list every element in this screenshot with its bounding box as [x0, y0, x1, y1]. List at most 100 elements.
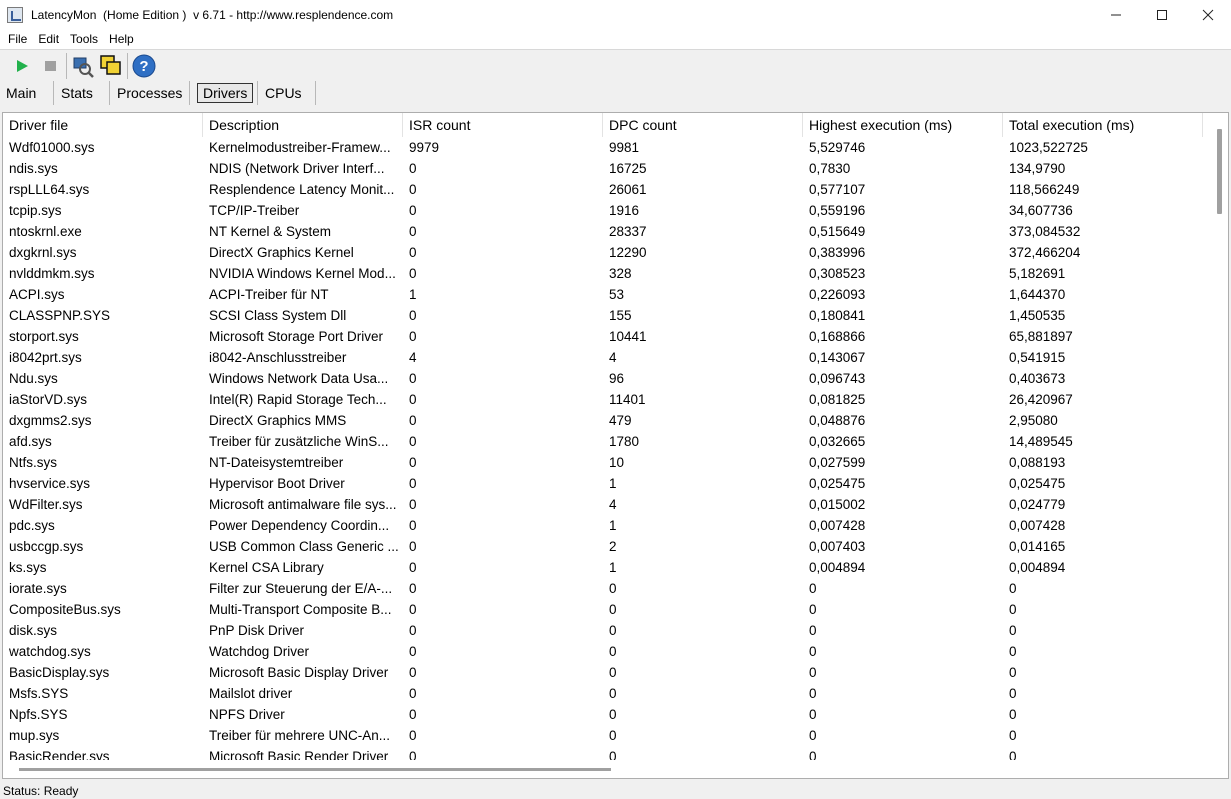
table-row[interactable]: ks.sys Kernel CSA Library 0 1 0,004894 0,0048… — [3, 557, 1213, 578]
table-row[interactable]: Wdf01000.sys Kernelmodustreiber-Framew...… — [3, 137, 1213, 158]
close-button[interactable] — [1185, 0, 1231, 29]
table-cell: 0,515649 — [809, 224, 866, 239]
column-header-driver-file[interactable]: Driver file — [3, 113, 203, 137]
minimize-button[interactable] — [1093, 0, 1139, 29]
table-cell: 0 — [809, 581, 817, 596]
toolbar-separator — [66, 52, 67, 79]
column-header-dpc-count[interactable]: DPC count — [603, 113, 803, 137]
table-cell: BasicDisplay.sys — [9, 665, 110, 680]
tab-bar: Main Stats Processes Drivers CPUs — [0, 81, 1231, 105]
tab-main[interactable]: Main — [0, 81, 54, 105]
tab-stats[interactable]: Stats — [54, 81, 110, 105]
table-row[interactable]: Npfs.SYS NPFS Driver 0 0 0 0 — [3, 704, 1213, 725]
table-cell: iaStorVD.sys — [9, 392, 88, 407]
table-cell: 5,529746 — [809, 140, 866, 155]
table-row[interactable]: Ntfs.sys NT-Dateisystemtreiber 0 10 0,027599… — [3, 452, 1213, 473]
table-row[interactable]: watchdog.sys Watchdog Driver 0 0 0 0 — [3, 641, 1213, 662]
table-cell: 0,180841 — [809, 308, 866, 323]
table-cell: 0 — [809, 665, 817, 680]
table-cell: 0,032665 — [809, 434, 866, 449]
table-cell: Kernelmodustreiber-Framew... — [209, 140, 391, 155]
column-header-description[interactable]: Description — [203, 113, 403, 137]
table-cell: 0,383996 — [809, 245, 866, 260]
stop-button[interactable] — [36, 52, 64, 80]
horizontal-scroll-thumb[interactable] — [19, 768, 611, 771]
table-cell: 0 — [809, 602, 817, 617]
table-cell: i8042-Anschlusstreiber — [209, 350, 347, 365]
table-header: Driver file Description ISR count DPC co… — [3, 113, 1203, 137]
maximize-button[interactable] — [1139, 0, 1185, 29]
play-icon — [17, 59, 28, 72]
table-cell: CompositeBus.sys — [9, 602, 121, 617]
vertical-scrollbar[interactable] — [1211, 113, 1228, 760]
table-row[interactable]: mup.sys Treiber für mehrere UNC-An... 0 0 0 0 — [3, 725, 1213, 746]
table-cell: ndis.sys — [9, 161, 58, 176]
column-header-highest-execution[interactable]: Highest execution (ms) — [803, 113, 1003, 137]
table-cell: 0,007403 — [809, 539, 866, 554]
table-cell: 134,9790 — [1009, 161, 1066, 176]
table-row[interactable]: ndis.sys NDIS (Network Driver Interf... 0 1… — [3, 158, 1213, 179]
table-row[interactable]: disk.sys PnP Disk Driver 0 0 0 0 — [3, 620, 1213, 641]
toolbar-separator — [127, 52, 128, 79]
minimize-icon — [1111, 14, 1121, 15]
table-row[interactable]: dxgkrnl.sys DirectX Graphics Kernel 0 12290… — [3, 242, 1213, 263]
table-row[interactable]: iorate.sys Filter zur Steuerung der E/A-.… — [3, 578, 1213, 599]
table-cell: Wdf01000.sys — [9, 140, 95, 155]
tab-drivers[interactable]: Drivers — [190, 81, 258, 105]
table-cell: 0 — [409, 518, 417, 533]
table-row[interactable]: i8042prt.sys i8042-Anschlusstreiber 4 4 0,14… — [3, 347, 1213, 368]
menu-edit[interactable]: Edit — [35, 32, 62, 46]
tab-processes[interactable]: Processes — [110, 81, 190, 105]
table-row[interactable]: storport.sys Microsoft Storage Port Drive… — [3, 326, 1213, 347]
table-cell: Mailslot driver — [209, 686, 293, 701]
table-row[interactable]: Msfs.SYS Mailslot driver 0 0 0 0 — [3, 683, 1213, 704]
menu-file[interactable]: File — [5, 32, 30, 46]
table-cell: 0,403673 — [1009, 371, 1066, 386]
table-row[interactable]: hvservice.sys Hypervisor Boot Driver 0 1 0,0… — [3, 473, 1213, 494]
column-header-total-execution[interactable]: Total execution (ms) — [1003, 113, 1203, 137]
explorer-button[interactable] — [69, 52, 97, 80]
table-row[interactable]: afd.sys Treiber für zusätzliche WinS... 0 1… — [3, 431, 1213, 452]
table-cell: 0 — [409, 497, 417, 512]
start-button[interactable] — [8, 52, 36, 80]
table-cell: 0 — [1009, 581, 1017, 596]
windows-button[interactable] — [97, 52, 125, 80]
table-cell: 0 — [1009, 623, 1017, 638]
table-cell: iorate.sys — [9, 581, 67, 596]
table-row[interactable]: CLASSPNP.SYS SCSI Class System Dll 0 155 0,1… — [3, 305, 1213, 326]
table-cell: 0,014165 — [1009, 539, 1066, 554]
table-row[interactable]: Ndu.sys Windows Network Data Usa... 0 96 0,0… — [3, 368, 1213, 389]
table-cell: ACPI.sys — [9, 287, 65, 302]
menu-bar: File Edit Tools Help — [0, 29, 1231, 49]
column-header-isr-count[interactable]: ISR count — [403, 113, 603, 137]
menu-help[interactable]: Help — [106, 32, 137, 46]
table-cell: 0,004894 — [1009, 560, 1066, 575]
table-cell: 0 — [409, 413, 417, 428]
table-cell: USB Common Class Generic ... — [209, 539, 399, 554]
help-button[interactable]: ? — [130, 52, 158, 80]
table-row[interactable]: CompositeBus.sys Multi-Transport Composit… — [3, 599, 1213, 620]
table-cell: 0 — [409, 266, 417, 281]
table-cell: SCSI Class System Dll — [209, 308, 347, 323]
horizontal-scrollbar[interactable] — [3, 760, 1228, 778]
table-row[interactable]: BasicDisplay.sys Microsoft Basic Display … — [3, 662, 1213, 683]
menu-tools[interactable]: Tools — [67, 32, 101, 46]
table-row[interactable]: tcpip.sys TCP/IP-Treiber 0 1916 0,559196 34,6… — [3, 200, 1213, 221]
table-row[interactable]: iaStorVD.sys Intel(R) Rapid Storage Tech.… — [3, 389, 1213, 410]
table-row[interactable]: ACPI.sys ACPI-Treiber für NT 1 53 0,226093 1,… — [3, 284, 1213, 305]
table-row[interactable]: nvlddmkm.sys NVIDIA Windows Kernel Mod...… — [3, 263, 1213, 284]
table-cell: 0,226093 — [809, 287, 866, 302]
table-row[interactable]: rspLLL64.sys Resplendence Latency Monit..… — [3, 179, 1213, 200]
table-cell: 0 — [609, 686, 617, 701]
table-cell: 28337 — [609, 224, 647, 239]
table-row[interactable]: WdFilter.sys Microsoft antimalware file s… — [3, 494, 1213, 515]
status-text: Status: Ready — [3, 784, 79, 798]
table-row[interactable]: dxgmms2.sys DirectX Graphics MMS 0 479 0,048… — [3, 410, 1213, 431]
tab-cpus[interactable]: CPUs — [258, 81, 316, 105]
vertical-scroll-thumb[interactable] — [1217, 129, 1222, 214]
table-row[interactable]: usbccgp.sys USB Common Class Generic ... 0… — [3, 536, 1213, 557]
drivers-table[interactable]: Driver file Description ISR count DPC co… — [2, 112, 1229, 779]
table-row[interactable]: pdc.sys Power Dependency Coordin... 0 1 0,00… — [3, 515, 1213, 536]
table-cell: 0,081825 — [809, 392, 866, 407]
table-row[interactable]: ntoskrnl.exe NT Kernel & System 0 28337 0,51… — [3, 221, 1213, 242]
